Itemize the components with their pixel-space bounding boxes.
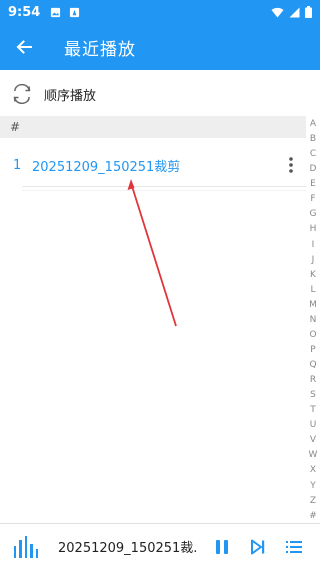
index-letter[interactable]: V [310, 433, 316, 447]
more-vertical-icon [289, 157, 293, 173]
pause-button[interactable] [204, 529, 240, 565]
play-mode-toggle[interactable]: 顺序播放 [0, 74, 320, 114]
index-letter[interactable]: Q [309, 358, 316, 372]
index-letter[interactable]: A [310, 117, 316, 131]
index-letter[interactable]: O [309, 328, 316, 342]
playlist-button[interactable] [276, 529, 312, 565]
playlist-icon [286, 540, 302, 553]
more-options-button[interactable] [276, 150, 306, 180]
wifi-icon [271, 7, 284, 18]
play-mode-label: 顺序播放 [44, 88, 97, 104]
index-letter[interactable]: I [312, 238, 315, 252]
index-letter[interactable]: M [309, 298, 317, 312]
battery-icon [305, 6, 312, 18]
pause-icon [216, 539, 228, 554]
now-playing-title[interactable]: 20251209_150251裁... [58, 537, 198, 556]
section-header: # [0, 116, 306, 138]
alphabet-index-bar[interactable]: A B C D E F G H I J K L M N O P Q R S T U V W X Y Z # [306, 117, 320, 523]
next-button[interactable] [240, 529, 276, 565]
index-letter[interactable]: U [310, 418, 317, 432]
index-letter[interactable]: H [310, 222, 317, 236]
index-letter[interactable]: L [310, 283, 315, 297]
index-letter[interactable]: G [310, 207, 317, 221]
image-notification-icon [51, 7, 61, 17]
index-letter[interactable]: K [310, 268, 316, 282]
index-letter[interactable]: J [312, 253, 315, 267]
repeat-icon [13, 84, 31, 104]
index-letter[interactable]: Z [310, 494, 316, 508]
arrow-left-icon [16, 40, 32, 54]
app-bar: 最近播放 [0, 24, 320, 70]
song-title: 20251209_150251裁剪 [32, 159, 181, 175]
index-letter[interactable]: C [310, 147, 316, 161]
app-notification-icon [70, 7, 80, 17]
status-time: 9:54 [8, 4, 41, 20]
index-letter[interactable]: S [310, 388, 316, 402]
index-letter[interactable]: F [310, 192, 315, 206]
index-letter[interactable]: X [310, 463, 316, 477]
song-index: 1 [13, 157, 22, 173]
index-letter[interactable]: Y [310, 479, 316, 493]
song-list-item[interactable]: 1 20251209_150251裁剪 [0, 148, 306, 182]
mini-player[interactable]: 20251209_150251裁... [0, 523, 320, 569]
index-letter[interactable]: W [309, 448, 318, 462]
index-letter[interactable]: P [310, 343, 315, 357]
index-letter[interactable]: B [310, 132, 316, 146]
list-divider [22, 190, 306, 191]
equalizer-icon[interactable] [14, 535, 39, 558]
list-divider [22, 186, 306, 187]
signal-icon [289, 7, 300, 17]
index-letter[interactable]: D [310, 162, 317, 176]
index-letter[interactable]: R [310, 373, 316, 387]
index-letter[interactable]: # [309, 509, 317, 523]
page-title: 最近播放 [64, 39, 136, 60]
back-button[interactable] [0, 24, 48, 70]
section-label: # [10, 120, 21, 134]
index-letter[interactable]: T [310, 403, 316, 417]
index-letter[interactable]: N [310, 313, 317, 327]
status-bar: 9:54 [0, 0, 320, 24]
skip-next-icon [251, 539, 265, 554]
index-letter[interactable]: E [310, 177, 316, 191]
